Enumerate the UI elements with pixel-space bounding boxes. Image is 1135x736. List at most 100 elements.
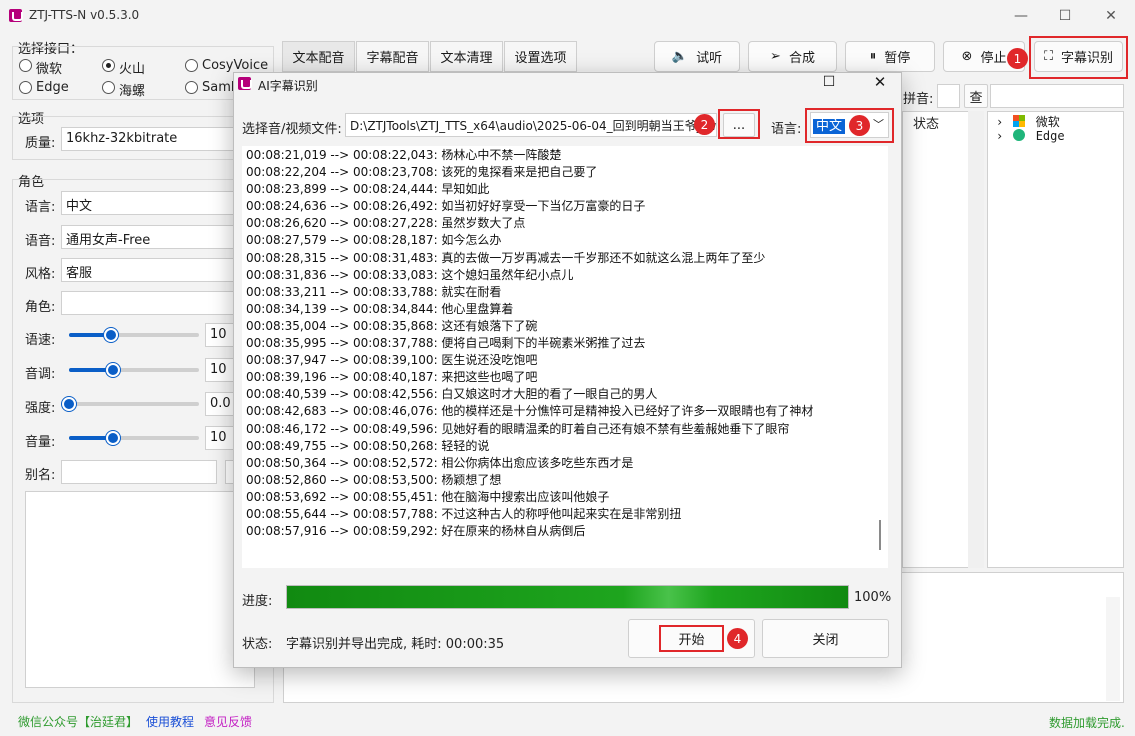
- engine-radio-4[interactable]: [102, 81, 115, 94]
- maximize-button[interactable]: ☐: [1043, 2, 1087, 30]
- alias-input[interactable]: [61, 460, 217, 484]
- close-window-button[interactable]: ✕: [1089, 2, 1133, 30]
- engine-radio-label[interactable]: 海螺: [119, 80, 145, 99]
- log-scrollbar[interactable]: [1106, 597, 1120, 701]
- alias-label: 别名:: [25, 468, 56, 483]
- intensity-value[interactable]: 0.0: [205, 392, 235, 416]
- subtitle-line: 00:08:23,899 --> 00:08:24,444: 早知如此: [246, 182, 490, 197]
- pause-icon: ⏸: [869, 49, 877, 64]
- close-dialog-button[interactable]: 关闭: [762, 619, 889, 658]
- subtitle-line: 00:08:40,539 --> 00:08:42,556: 白又娘这时才大胆的…: [246, 387, 658, 402]
- subtitle-line: 00:08:55,644 --> 00:08:57,788: 不过这种古人的称呼…: [246, 506, 682, 521]
- style-select[interactable]: 客服: [61, 258, 246, 282]
- intensity-slider-track[interactable]: [69, 402, 199, 406]
- intensity-slider-knob[interactable]: [62, 397, 76, 411]
- subtitle-line: 00:08:22,204 --> 00:08:23,708: 该死的鬼探看来是把…: [246, 165, 598, 180]
- subtitle-scrollbar-thumb[interactable]: [879, 520, 881, 550]
- subtitle-line: 00:08:24,636 --> 00:08:26,492: 如当初好好享受一下…: [246, 199, 646, 214]
- highlight-subtitle-recognition: [1029, 36, 1128, 79]
- voice-label: 语音:: [25, 234, 56, 249]
- character-select[interactable]: [61, 291, 246, 315]
- dialog-maximize-button[interactable]: ☐: [814, 74, 844, 98]
- engine-radio-1[interactable]: [102, 59, 115, 72]
- subtitle-line: 00:08:46,172 --> 00:08:49,596: 见她好看的眼睛温柔…: [246, 421, 790, 436]
- pitch-value[interactable]: 10: [205, 358, 235, 382]
- progress-percent: 100%: [854, 590, 892, 605]
- subtitle-line: 00:08:33,211 --> 00:08:33,788: 就实在耐看: [246, 284, 502, 299]
- engine-radio-label[interactable]: CosyVoice: [202, 58, 268, 73]
- dialog-status-label: 状态:: [242, 637, 273, 652]
- windows-icon: [1013, 115, 1026, 127]
- subtitle-line: 00:08:28,315 --> 00:08:31,483: 真的去做一万岁再减…: [246, 250, 766, 265]
- language-select[interactable]: 中文: [61, 191, 246, 215]
- tree-item-microsoft[interactable]: › 微软: [996, 113, 1060, 130]
- voice-list-scrollbar[interactable]: [968, 111, 984, 568]
- annotation-badge-2: 2: [694, 114, 715, 135]
- listen-label: 试听: [696, 51, 723, 66]
- footer-status-text: 数据加载完成.: [1049, 716, 1125, 730]
- volume-label: 音量:: [25, 435, 56, 450]
- tab-subtitle-dubbing[interactable]: 字幕配音: [356, 41, 429, 72]
- file-path-input[interactable]: D:\ZTJTools\ZTJ_TTS_x64\audio\2025-06-04…: [345, 113, 717, 137]
- dialog-close-button[interactable]: ✕: [862, 73, 898, 97]
- pause-button[interactable]: ⏸ 暂停: [845, 41, 935, 72]
- synthesize-label: 合成: [788, 51, 815, 66]
- annotation-badge-3: 3: [849, 115, 870, 136]
- subtitle-line: 00:08:37,947 --> 00:08:39,100: 医生说还没吃饱吧: [246, 353, 538, 368]
- style-label: 风格:: [25, 267, 56, 282]
- notes-textarea[interactable]: [25, 491, 255, 688]
- subtitle-scrollbar[interactable]: [874, 146, 888, 568]
- subtitle-line: 00:08:34,139 --> 00:08:34,844: 他心里盘算着: [246, 301, 514, 316]
- annotation-badge-4: 4: [727, 628, 748, 649]
- language-label: 语言:: [25, 200, 56, 215]
- tree-item-microsoft-label: 微软: [1035, 115, 1060, 129]
- speed-value[interactable]: 10: [205, 323, 235, 347]
- dialog-logo-icon: [238, 77, 252, 90]
- volume-value[interactable]: 10: [205, 426, 235, 450]
- quality-select[interactable]: 16khz-32kbitrate: [61, 127, 246, 151]
- language-select-label: 语言:: [771, 122, 802, 137]
- send-icon: ➢: [770, 49, 781, 64]
- engine-radio-2[interactable]: [185, 59, 198, 72]
- engine-radio-3[interactable]: [19, 81, 32, 94]
- synthesize-button[interactable]: ➢ 合成: [748, 41, 837, 72]
- chevron-right-icon: ›: [996, 129, 1004, 143]
- main-window: ZTJ-TTS-N v0.5.3.0 — ☐ ✕ 选择接口： 微软 火山 CosyV…: [0, 0, 1135, 736]
- status-column-header: 状态: [913, 117, 940, 132]
- engine-radio-0[interactable]: [19, 59, 32, 72]
- subtitle-line: 00:08:50,364 --> 00:08:52,572: 相公你病体出愈应该…: [246, 455, 634, 470]
- annotation-badge-1: 1: [1007, 48, 1028, 69]
- dialog-title: AI字幕识别: [258, 79, 318, 93]
- progress-label: 进度:: [242, 594, 273, 609]
- tab-text-dubbing[interactable]: 文本配音: [282, 41, 355, 72]
- listen-button[interactable]: 🔈 试听: [654, 41, 740, 72]
- tree-item-edge[interactable]: › Edge: [996, 129, 1065, 143]
- voice-select[interactable]: 通用女声-Free: [61, 225, 246, 249]
- intensity-label: 强度:: [25, 401, 56, 416]
- speed-slider-knob[interactable]: [103, 328, 118, 342]
- footer-feedback-link[interactable]: 意见反馈: [204, 713, 252, 730]
- pinyin-result-field[interactable]: [990, 84, 1124, 108]
- footer-wechat-link[interactable]: 微信公众号【治廷君】: [18, 713, 138, 730]
- window-title: ZTJ-TTS-N v0.5.3.0: [29, 8, 140, 22]
- engine-radio-label[interactable]: Edge: [36, 80, 69, 95]
- tab-text-cleanup[interactable]: 文本清理: [430, 41, 503, 72]
- pinyin-input[interactable]: [937, 84, 960, 108]
- engine-radio-5[interactable]: [185, 81, 198, 94]
- engine-radio-label[interactable]: 火山: [119, 58, 145, 77]
- subtitle-line: 00:08:39,196 --> 00:08:40,187: 来把这些也喝了吧: [246, 370, 538, 385]
- subtitle-output[interactable]: 00:08:21,019 --> 00:08:22,043: 杨林心中不禁一阵酸…: [242, 146, 874, 568]
- quality-label: 质量:: [25, 136, 56, 151]
- pinyin-search-button[interactable]: 查: [964, 84, 988, 108]
- tab-settings[interactable]: 设置选项: [504, 41, 577, 72]
- subtitle-line: 00:08:49,755 --> 00:08:50,268: 轻轻的说: [246, 438, 490, 453]
- pinyin-label: 拼音:: [903, 92, 934, 107]
- app-logo-icon: [9, 9, 23, 22]
- subtitle-line: 00:08:27,579 --> 00:08:28,187: 如今怎么办: [246, 233, 502, 248]
- pitch-label: 音调:: [25, 367, 56, 382]
- tree-item-edge-label: Edge: [1035, 129, 1065, 143]
- footer-tutorial-link[interactable]: 使用教程: [146, 713, 194, 730]
- engine-radio-label[interactable]: 微软: [36, 58, 62, 77]
- subtitle-line: 00:08:53,692 --> 00:08:55,451: 他在脑海中搜索出应…: [246, 489, 610, 504]
- minimize-button[interactable]: —: [999, 2, 1043, 30]
